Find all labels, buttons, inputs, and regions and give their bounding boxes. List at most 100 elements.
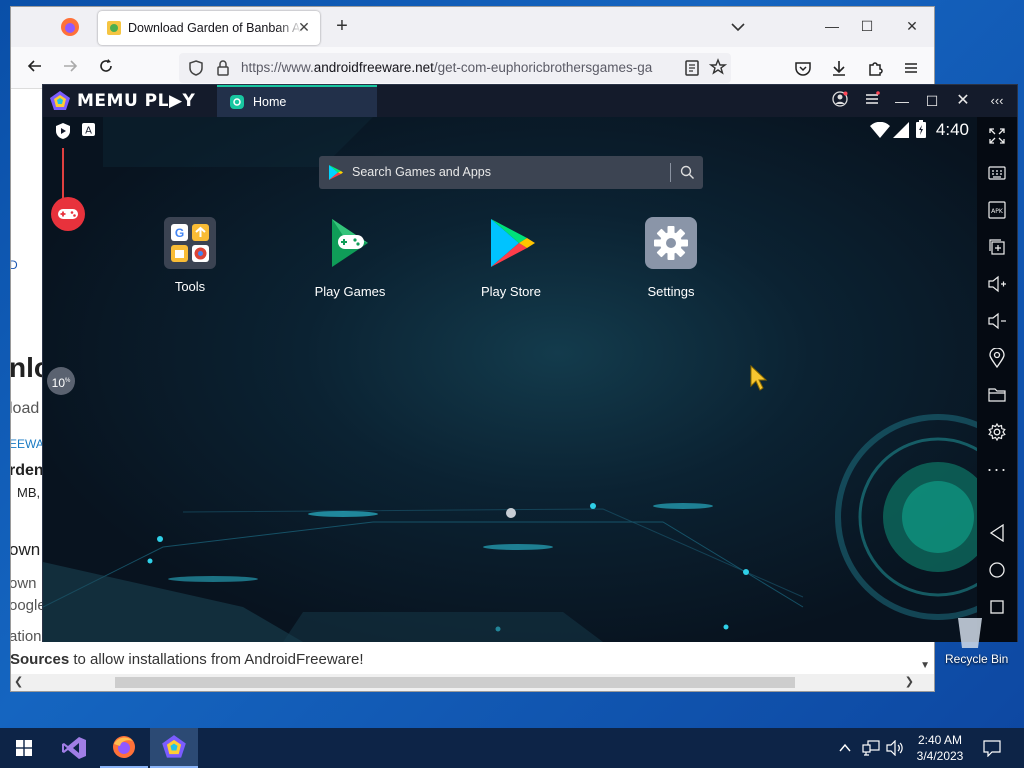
collapse-sidebar-icon[interactable]: ‹‹‹ xyxy=(986,91,1008,111)
downloads-icon[interactable] xyxy=(828,57,850,79)
multi-instance-icon[interactable] xyxy=(985,235,1009,259)
tray-chevron-up-icon[interactable] xyxy=(838,741,852,755)
volume-down-icon[interactable] xyxy=(985,309,1009,333)
app-tools[interactable]: G Tools xyxy=(140,217,240,294)
page-indicator-dot xyxy=(506,508,516,518)
taskbar-firefox[interactable] xyxy=(100,728,148,768)
memu-logo-icon xyxy=(50,91,70,110)
android-home-icon[interactable] xyxy=(985,558,1009,582)
more-options-icon[interactable]: ··· xyxy=(985,457,1009,481)
volume-up-icon[interactable] xyxy=(985,272,1009,296)
mouse-cursor-icon xyxy=(750,365,768,391)
memu-logo: MEMU PL▶Y xyxy=(49,90,195,112)
reload-button[interactable] xyxy=(95,57,117,79)
android-status-bar: A 4:40 xyxy=(43,117,979,143)
app-label-tools: Tools xyxy=(174,279,206,294)
memu-player-window: MEMU PL▶Y Home — ☐ ✕ ‹‹‹ A 4:40 Search G… xyxy=(42,84,1018,642)
cpu-usage-value: 10 xyxy=(51,376,65,390)
new-tab-button[interactable]: + xyxy=(331,15,353,37)
arrow-right-icon xyxy=(64,60,78,72)
memu-minimize-button[interactable]: — xyxy=(891,91,913,111)
start-button[interactable] xyxy=(0,728,48,768)
browser-tab-active[interactable]: Download Garden of Banban APK for Androi… xyxy=(98,11,320,45)
page-sentence: Sources to allow installations from Andr… xyxy=(11,651,364,668)
apk-install-icon[interactable]: APK xyxy=(985,198,1009,222)
scroll-left-arrow-icon[interactable]: ❮ xyxy=(14,675,23,688)
horizontal-scrollbar[interactable]: ❮ ❯ xyxy=(11,674,934,691)
recycle-bin-icon[interactable] xyxy=(950,618,990,648)
minimize-button[interactable]: — xyxy=(817,15,847,37)
scroll-down-arrow-icon[interactable]: ▼ xyxy=(920,660,930,671)
search-icon[interactable] xyxy=(680,165,695,180)
windows-taskbar: 2:40 AM 3/4/2023 xyxy=(0,728,1024,768)
fullscreen-icon[interactable] xyxy=(985,124,1009,148)
app-settings[interactable]: Settings xyxy=(621,217,721,299)
forward-button[interactable] xyxy=(59,57,81,79)
app-label-play-games: Play Games xyxy=(314,284,386,299)
svg-text:APK: APK xyxy=(991,208,1004,215)
android-clock: 4:40 xyxy=(935,120,969,139)
firefox-icon xyxy=(113,736,135,758)
memu-close-button[interactable]: ✕ xyxy=(952,91,974,111)
lock-icon[interactable] xyxy=(215,59,231,77)
speaker-icon[interactable] xyxy=(886,740,904,756)
cpu-usage-badge[interactable]: 10% xyxy=(47,367,75,395)
svg-text:A: A xyxy=(85,126,92,137)
folder-icon[interactable] xyxy=(985,383,1009,407)
memu-tab-home[interactable]: Home xyxy=(217,85,377,117)
close-window-button[interactable]: ✕ xyxy=(897,15,927,37)
hamburger-menu-icon[interactable] xyxy=(900,57,922,79)
settings-icon[interactable] xyxy=(985,420,1009,444)
shield-icon[interactable] xyxy=(187,59,205,77)
tools-folder-icon: G xyxy=(164,217,216,269)
play-protect-icon xyxy=(56,123,70,139)
network-icon[interactable] xyxy=(862,740,880,756)
navigation-toolbar: https://www.androidfreeware.net/get-com-… xyxy=(11,47,934,89)
gamepad-icon[interactable] xyxy=(50,196,86,232)
account-button[interactable] xyxy=(829,91,851,111)
maximize-button[interactable]: ☐ xyxy=(852,15,882,37)
taskbar-memu[interactable] xyxy=(150,728,198,768)
system-clock[interactable]: 2:40 AM 3/4/2023 xyxy=(912,732,968,764)
location-pin-icon[interactable] xyxy=(985,346,1009,370)
page-size-fragment: MB, xyxy=(17,485,41,500)
url-bar[interactable]: https://www.androidfreeware.net/get-com-… xyxy=(179,53,731,83)
app-play-store[interactable]: Play Store xyxy=(461,217,561,299)
memu-titlebar: MEMU PL▶Y Home — ☐ ✕ ‹‹‹ xyxy=(43,85,1017,117)
tab-bar: Download Garden of Banban APK for Androi… xyxy=(11,7,934,47)
memu-menu-button[interactable] xyxy=(861,91,883,111)
play-store-small-icon xyxy=(329,165,343,180)
firefox-pinned-tab-icon[interactable] xyxy=(59,16,81,38)
scrollbar-thumb[interactable] xyxy=(115,677,795,688)
url-domain: androidfreeware.net xyxy=(313,60,434,75)
clock-time: 2:40 AM xyxy=(917,733,963,747)
notification-center-icon[interactable] xyxy=(983,739,1001,757)
chevron-down-icon[interactable] xyxy=(727,17,749,37)
close-tab-icon[interactable]: ✕ xyxy=(296,19,312,35)
search-games-bar[interactable]: Search Games and Apps xyxy=(319,156,703,189)
url-text[interactable]: https://www.androidfreeware.net/get-com-… xyxy=(241,60,671,75)
memu-tab-label: Home xyxy=(253,95,287,109)
extensions-icon[interactable] xyxy=(864,57,886,79)
android-back-icon[interactable] xyxy=(985,521,1009,545)
scroll-right-arrow-icon[interactable]: ❯ xyxy=(905,675,914,688)
recycle-bin-label[interactable]: Recycle Bin xyxy=(945,652,1008,666)
visual-studio-icon xyxy=(62,737,86,759)
play-store-icon xyxy=(491,219,535,267)
search-divider xyxy=(670,163,671,182)
app-label-play-store: Play Store xyxy=(481,284,541,299)
back-button[interactable] xyxy=(24,57,46,79)
pocket-icon[interactable] xyxy=(792,57,814,79)
battery-icon xyxy=(916,120,926,138)
app-play-games[interactable]: Play Games xyxy=(300,217,400,299)
page-sentence-rest: to allow installations from AndroidFreew… xyxy=(69,651,364,668)
reader-view-icon[interactable] xyxy=(684,59,700,77)
page-fragment-d: D xyxy=(11,258,18,272)
taskbar-visual-studio[interactable] xyxy=(50,728,98,768)
bookmark-star-icon[interactable] xyxy=(709,58,727,76)
memu-logo-text: MEMU PL▶Y xyxy=(77,91,196,111)
keyboard-mapping-icon[interactable] xyxy=(985,161,1009,185)
android-recents-icon[interactable] xyxy=(985,595,1009,619)
search-placeholder: Search Games and Apps xyxy=(352,165,491,179)
memu-maximize-button[interactable]: ☐ xyxy=(921,91,943,111)
